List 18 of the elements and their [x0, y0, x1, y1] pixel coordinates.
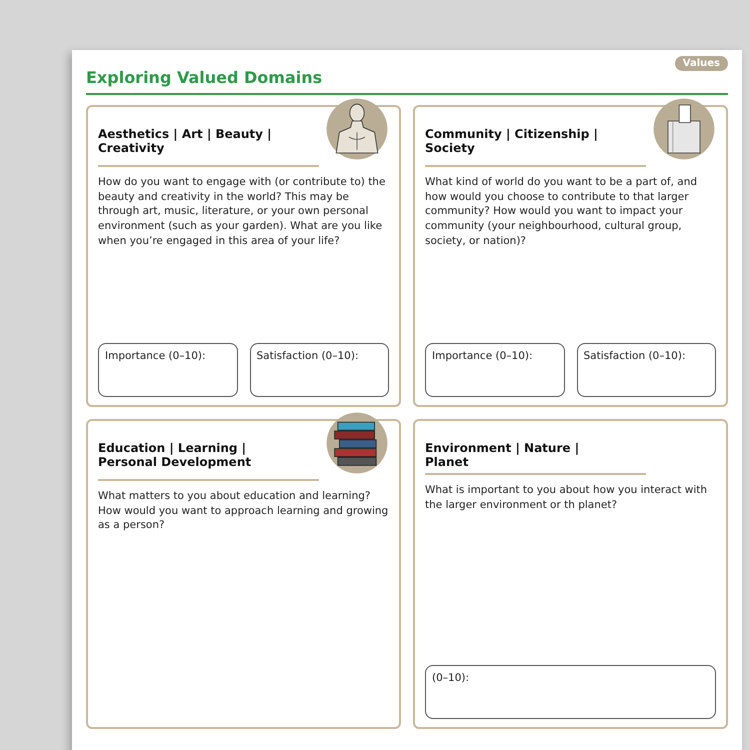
domain-question: What kind of world do you want to be a part of, and how would you choose to contribute to that larger community? How would you want to impact your community (your neighbourhood, cultural group, society, or nation)? — [425, 175, 698, 248]
worksheet-title: Exploring Valued Domains — [86, 68, 322, 87]
domain-question: What matters to you about education and learning? How would you want to approach learning and growing as a person? — [98, 489, 389, 534]
domain-question: How do you want to engage with (or contribute to) the beauty and creativity in the world? This may be through art, music, literature, or your own personal environment (such as your garden). What are you like when you’re engaged in this area of your life? — [98, 175, 386, 248]
statue-drawing — [325, 97, 389, 161]
domain-title: Aesthetics | Art | Beauty | Creativity — [98, 127, 273, 155]
domain-title: Community | Citizenship | Society — [425, 127, 599, 155]
category-badge: Values — [674, 56, 728, 71]
domain-title: Education | Learning | Personal Development — [98, 441, 252, 469]
domain-question: What is important to you about how you interact with the larger environment or th planet? — [425, 483, 708, 512]
ballot-box-icon — [652, 97, 716, 161]
rating-field[interactable]: Importance (0–10): — [425, 343, 564, 397]
books-icon — [325, 411, 389, 475]
rating-field[interactable]: Satisfaction (0–10): — [576, 343, 716, 397]
rating-field[interactable]: Satisfaction (0–10): — [250, 343, 389, 397]
rating-field[interactable]: Importance (0–10): — [98, 343, 238, 397]
domain-title: Environment | Nature | Planet — [425, 441, 580, 469]
rating-field[interactable]: (0–10): — [425, 665, 716, 719]
